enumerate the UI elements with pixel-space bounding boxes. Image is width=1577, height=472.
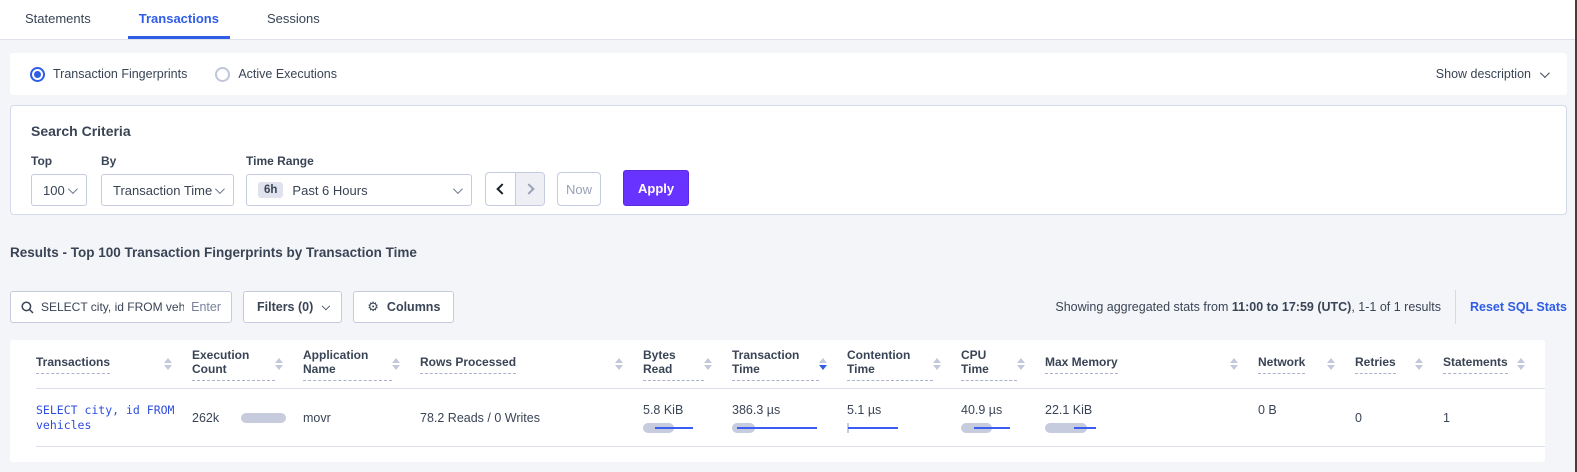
radio-label-active-executions: Active Executions [238,67,337,81]
bytes-read-bar [643,423,733,433]
sort-icon [1327,358,1335,370]
sort-icon [615,358,623,370]
sort-icon [1017,358,1025,370]
max-memory-bar [1045,423,1135,433]
enter-hint: Enter [191,300,221,314]
chevron-down-icon [1540,68,1550,78]
radio-unselected-icon [215,67,230,82]
cell-transaction-time: 386.3 µs [732,389,847,446]
column-header-cpu-time[interactable]: CPU Time [961,348,1045,381]
column-header-bytes-read[interactable]: Bytes Read [643,348,732,381]
sort-icon [1230,358,1238,370]
tab-statements[interactable]: Statements [14,0,102,39]
top-field-label: Top [31,154,101,168]
filters-button[interactable]: Filters (0) [243,291,342,323]
view-toggle-panel: Transaction Fingerprints Active Executio… [10,53,1567,95]
table-header-row: Transactions Execution Count Application… [36,340,1545,389]
top-tab-bar: Statements Transactions Sessions [0,0,1577,40]
radio-transaction-fingerprints[interactable]: Transaction Fingerprints [30,67,187,82]
cell-transaction-fingerprint: SELECT city, id FROM vehicles [36,403,192,433]
time-range-field-label: Time Range [246,154,485,168]
columns-button-label: Columns [387,300,440,314]
by-field-label: By [101,154,246,168]
tab-sessions[interactable]: Sessions [256,0,331,39]
cell-network: 0 B [1258,389,1355,417]
filters-button-label: Filters (0) [257,300,313,314]
now-button[interactable]: Now [557,172,601,206]
column-header-network[interactable]: Network [1258,355,1355,374]
column-header-transactions[interactable]: Transactions [36,355,192,374]
cpu-time-bar [961,423,1051,433]
radio-selected-icon [30,67,45,82]
time-range-next-button[interactable] [515,173,544,205]
by-select-value: Transaction Time [113,183,212,198]
cell-max-memory: 22.1 KiB [1045,389,1258,446]
show-description-label: Show description [1436,67,1531,81]
radio-active-executions[interactable]: Active Executions [215,67,337,82]
time-range-select[interactable]: 6h Past 6 Hours [246,174,472,206]
table-row: SELECT city, id FROM vehicles 262k movr … [36,389,1545,447]
cell-application-name: movr [303,411,420,425]
cell-contention-time: 5.1 µs [847,389,961,446]
cell-execution-count: 262k [192,411,303,425]
by-select[interactable]: Transaction Time [101,174,234,206]
sql-search-input[interactable] [41,300,184,314]
time-range-badge: 6h [258,182,283,198]
tab-transactions[interactable]: Transactions [128,0,230,39]
execution-count-bar [241,413,286,423]
vertical-divider [1455,290,1456,324]
chevron-left-icon [496,183,507,194]
transactions-table-panel: Transactions Execution Count Application… [10,340,1545,462]
cell-cpu-time: 40.9 µs [961,389,1045,446]
cell-rows-processed: 78.2 Reads / 0 Writes [420,411,643,425]
top-select-value: 100 [43,183,65,198]
transaction-time-bar [732,423,822,433]
sort-icon [1517,358,1525,370]
aggregated-stats-area: Showing aggregated stats from 11:00 to 1… [1055,290,1567,324]
time-range-prev-button[interactable] [486,173,515,205]
reset-sql-stats-link[interactable]: Reset SQL Stats [1470,300,1567,314]
column-header-statements[interactable]: Statements [1443,355,1545,374]
sort-icon [275,358,283,370]
top-select[interactable]: 100 [31,174,87,206]
sort-icon [164,358,172,370]
columns-button[interactable]: ⚙ Columns [353,291,454,323]
chevron-right-icon [523,183,534,194]
chevron-down-icon [453,184,463,194]
stats-time-range: 11:00 to 17:59 (UTC) [1232,300,1351,314]
column-header-contention-time[interactable]: Contention Time [847,348,961,381]
column-header-retries[interactable]: Retries [1355,355,1443,374]
time-range-value: Past 6 Hours [292,183,367,198]
cell-retries: 0 [1355,411,1443,425]
aggregated-stats-text: Showing aggregated stats from 11:00 to 1… [1055,300,1441,314]
radio-label-fingerprints: Transaction Fingerprints [53,67,187,81]
show-description-toggle[interactable]: Show description [1436,67,1547,81]
chevron-down-icon [322,301,330,309]
gear-icon: ⚙ [367,300,379,315]
search-criteria-title: Search Criteria [31,123,1546,139]
time-range-stepper [485,172,545,206]
sql-search-box[interactable]: Enter [10,291,232,323]
search-icon [21,301,34,314]
transaction-fingerprint-link[interactable]: SELECT city, id FROM vehicles [36,403,192,433]
sort-icon [392,358,400,370]
chevron-down-icon [215,184,225,194]
column-header-application-name[interactable]: Application Name [303,348,420,381]
search-criteria-panel: Search Criteria Top 100 By Transaction T… [10,105,1567,215]
cell-statements: 1 [1443,411,1545,425]
results-heading: Results - Top 100 Transaction Fingerprin… [10,245,1577,261]
results-toolbar: Enter Filters (0) ⚙ Columns Showing aggr… [10,291,1567,323]
chevron-down-icon [68,184,78,194]
column-header-rows-processed[interactable]: Rows Processed [420,355,643,374]
sort-icon [933,358,941,370]
column-header-transaction-time[interactable]: Transaction Time [732,348,847,381]
column-header-max-memory[interactable]: Max Memory [1045,355,1258,374]
apply-button[interactable]: Apply [623,170,689,206]
sort-icon [704,358,712,370]
cell-bytes-read: 5.8 KiB [643,389,732,446]
sort-icon [1415,358,1423,370]
contention-time-bar [847,423,937,433]
column-header-execution-count[interactable]: Execution Count [192,348,303,381]
sort-icon-active-desc [819,358,827,370]
